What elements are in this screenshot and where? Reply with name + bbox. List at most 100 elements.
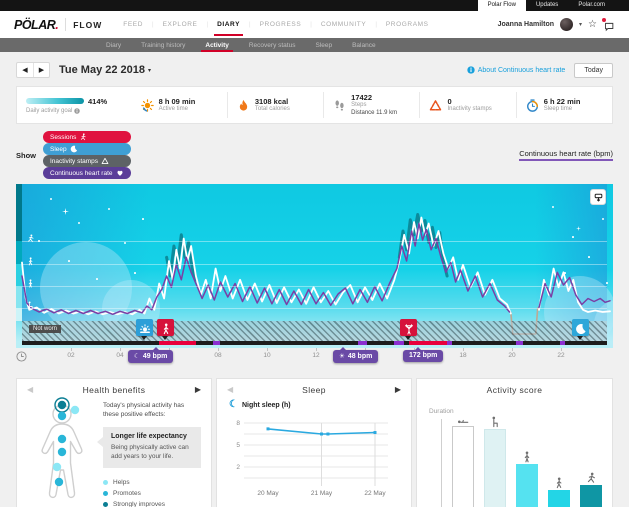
svg-text:5: 5 — [236, 442, 240, 449]
heart-icon — [116, 169, 124, 177]
hr-axis-label: Continuous heart rate (bpm) — [519, 149, 613, 161]
health-next-arrow[interactable]: ▶ — [195, 386, 201, 394]
health-tooltip-body: Being physically active can add years to… — [111, 443, 193, 462]
hr-badge-49-bpm[interactable]: ☾ 49 bpm — [128, 350, 173, 363]
avatar[interactable] — [560, 18, 573, 31]
event-badge-moon-icon[interactable] — [572, 319, 589, 336]
sitting-icon — [489, 415, 501, 427]
star — [108, 208, 110, 210]
about-continuous-hr-link[interactable]: About Continuous heart rate — [467, 66, 566, 74]
hr-badge-172-bpm[interactable]: 172 bpm — [403, 350, 443, 362]
chip-label: Continuous heart rate — [50, 170, 113, 177]
axis-tick-label: 08 — [214, 352, 221, 359]
current-date[interactable]: Tue May 22 2018 — [59, 64, 145, 76]
subnav-item-recovery-status[interactable]: Recovery status — [239, 38, 306, 52]
badge-pointer — [340, 347, 346, 350]
notifications-flag-icon[interactable] — [603, 19, 615, 30]
filter-chip-sessions[interactable]: Sessions — [43, 131, 131, 143]
topbar-tab-updates[interactable]: Updates — [526, 0, 568, 11]
event-pointer — [162, 336, 168, 340]
timeline-marker-segment — [213, 341, 220, 345]
event-badge-sunrise-icon[interactable] — [136, 319, 153, 336]
strength-training-icon — [403, 322, 415, 334]
axis-tick-label: 20 — [508, 352, 515, 359]
stat-label: Steps — [351, 102, 397, 110]
activity-timeline-bar — [22, 341, 607, 345]
filter-chip-continuous-heart-rate[interactable]: Continuous heart rate — [43, 167, 131, 179]
stat-label: Active time — [159, 106, 196, 114]
stat-sleep-time: 6 h 22 min Sleep time — [516, 92, 612, 118]
timeline-marker-segment — [516, 341, 523, 345]
health-intro-text: Today's physical activity has these posi… — [103, 401, 201, 420]
info-icon[interactable] — [74, 108, 80, 114]
polar-logo[interactable]: PӦLAR. — [14, 11, 58, 38]
stat-value: 17422 — [351, 93, 397, 102]
axis-tick-label: 12 — [312, 352, 319, 359]
show-label: Show — [16, 151, 36, 160]
activity-score-card: Activity score Duration 7 h 33 min7 h 18… — [416, 378, 613, 507]
running-icon — [585, 471, 597, 483]
topbar-tab-polar-com[interactable]: Polar.com — [568, 0, 615, 11]
diary-sub-navigation: DiaryTraining historyActivityRecovery st… — [0, 38, 629, 52]
today-button[interactable]: Today — [574, 63, 613, 78]
topbar-tab-polar-flow[interactable]: Polar Flow — [478, 0, 526, 11]
not-worn-band — [22, 321, 607, 341]
nav-item-programs[interactable]: PROGRAMS — [377, 11, 438, 38]
legend-dot — [103, 502, 108, 507]
moon-icon: ☾ — [229, 400, 238, 410]
hr-badge-text: 49 bpm — [143, 353, 168, 360]
filter-chip-inactivity-stamps[interactable]: Inactivity stamps — [43, 155, 131, 167]
user-name[interactable]: Joanna Hamilton — [498, 21, 554, 28]
star — [588, 256, 590, 258]
star — [552, 206, 554, 208]
date-navigation-row: ◀ ▶ Tue May 22 2018 ▾ About Continuous h… — [16, 60, 613, 80]
sleep-card-title: Sleep — [233, 385, 395, 395]
nav-item-progress[interactable]: PROGRESS — [251, 11, 311, 38]
chart-gridline — [22, 286, 607, 287]
user-menu-caret-icon[interactable]: ▾ — [579, 21, 582, 28]
subnav-item-diary[interactable]: Diary — [96, 38, 131, 52]
subnav-item-activity[interactable]: Activity — [195, 38, 238, 52]
event-badge-strength-training-icon[interactable] — [400, 319, 417, 336]
event-badge-walking-person-icon[interactable] — [157, 319, 174, 336]
activity-bar-4 — [548, 490, 570, 507]
svg-text:22 May: 22 May — [364, 490, 386, 497]
walking-icon — [26, 253, 35, 262]
axis-tick-label: 10 — [263, 352, 270, 359]
svg-text:2: 2 — [236, 464, 240, 471]
subnav-item-training-history[interactable]: Training history — [131, 38, 195, 52]
nav-item-feed[interactable]: FEED — [114, 11, 152, 38]
body-figure — [27, 397, 99, 507]
chart-gridline — [22, 308, 607, 309]
sleep-next-arrow[interactable]: ▶ — [395, 386, 401, 394]
hr-badge-48-bpm[interactable]: ☀ 48 bpm — [333, 350, 378, 363]
health-tooltip: Longer life expectancy Being physically … — [103, 427, 201, 468]
legend-dot — [103, 480, 108, 485]
previous-day-button[interactable]: ◀ — [17, 63, 33, 77]
nav-item-diary[interactable]: DIARY — [208, 11, 249, 38]
subnav-item-sleep[interactable]: Sleep — [305, 38, 342, 52]
activity-score-title: Activity score — [427, 385, 602, 395]
svg-text:21 May: 21 May — [311, 490, 333, 497]
next-day-button[interactable]: ▶ — [33, 63, 49, 77]
health-benefits-card: ◀ Health benefits ▶ Today's physical act… — [16, 378, 212, 507]
pin-icon — [593, 192, 604, 203]
sitting-icon — [26, 297, 35, 306]
legend-item-helps: Helps — [103, 479, 201, 486]
nav-item-explore[interactable]: EXPLORE — [154, 11, 207, 38]
daily-stats-bar: 414% Daily activity goal 8 h 09 min Acti… — [16, 86, 613, 124]
filter-chip-sleep[interactable]: Sleep — [43, 143, 131, 155]
pin-tooltip-button[interactable] — [590, 189, 606, 205]
axis-tick-label: 18 — [459, 352, 466, 359]
event-pointer — [405, 336, 411, 340]
favorites-star-icon[interactable]: ☆ — [588, 20, 597, 30]
legend-label: Strongly improves — [113, 501, 165, 507]
date-dropdown-caret-icon[interactable]: ▾ — [148, 67, 151, 74]
subnav-item-balance[interactable]: Balance — [342, 38, 386, 52]
timeline-marker-segment — [560, 341, 565, 345]
continuous-heart-rate-chart[interactable]: Not worn — [16, 184, 613, 348]
legend-dot — [103, 491, 108, 496]
activity-sun-icon — [141, 99, 154, 112]
nav-item-community[interactable]: COMMUNITY — [312, 11, 375, 38]
star — [124, 242, 126, 244]
